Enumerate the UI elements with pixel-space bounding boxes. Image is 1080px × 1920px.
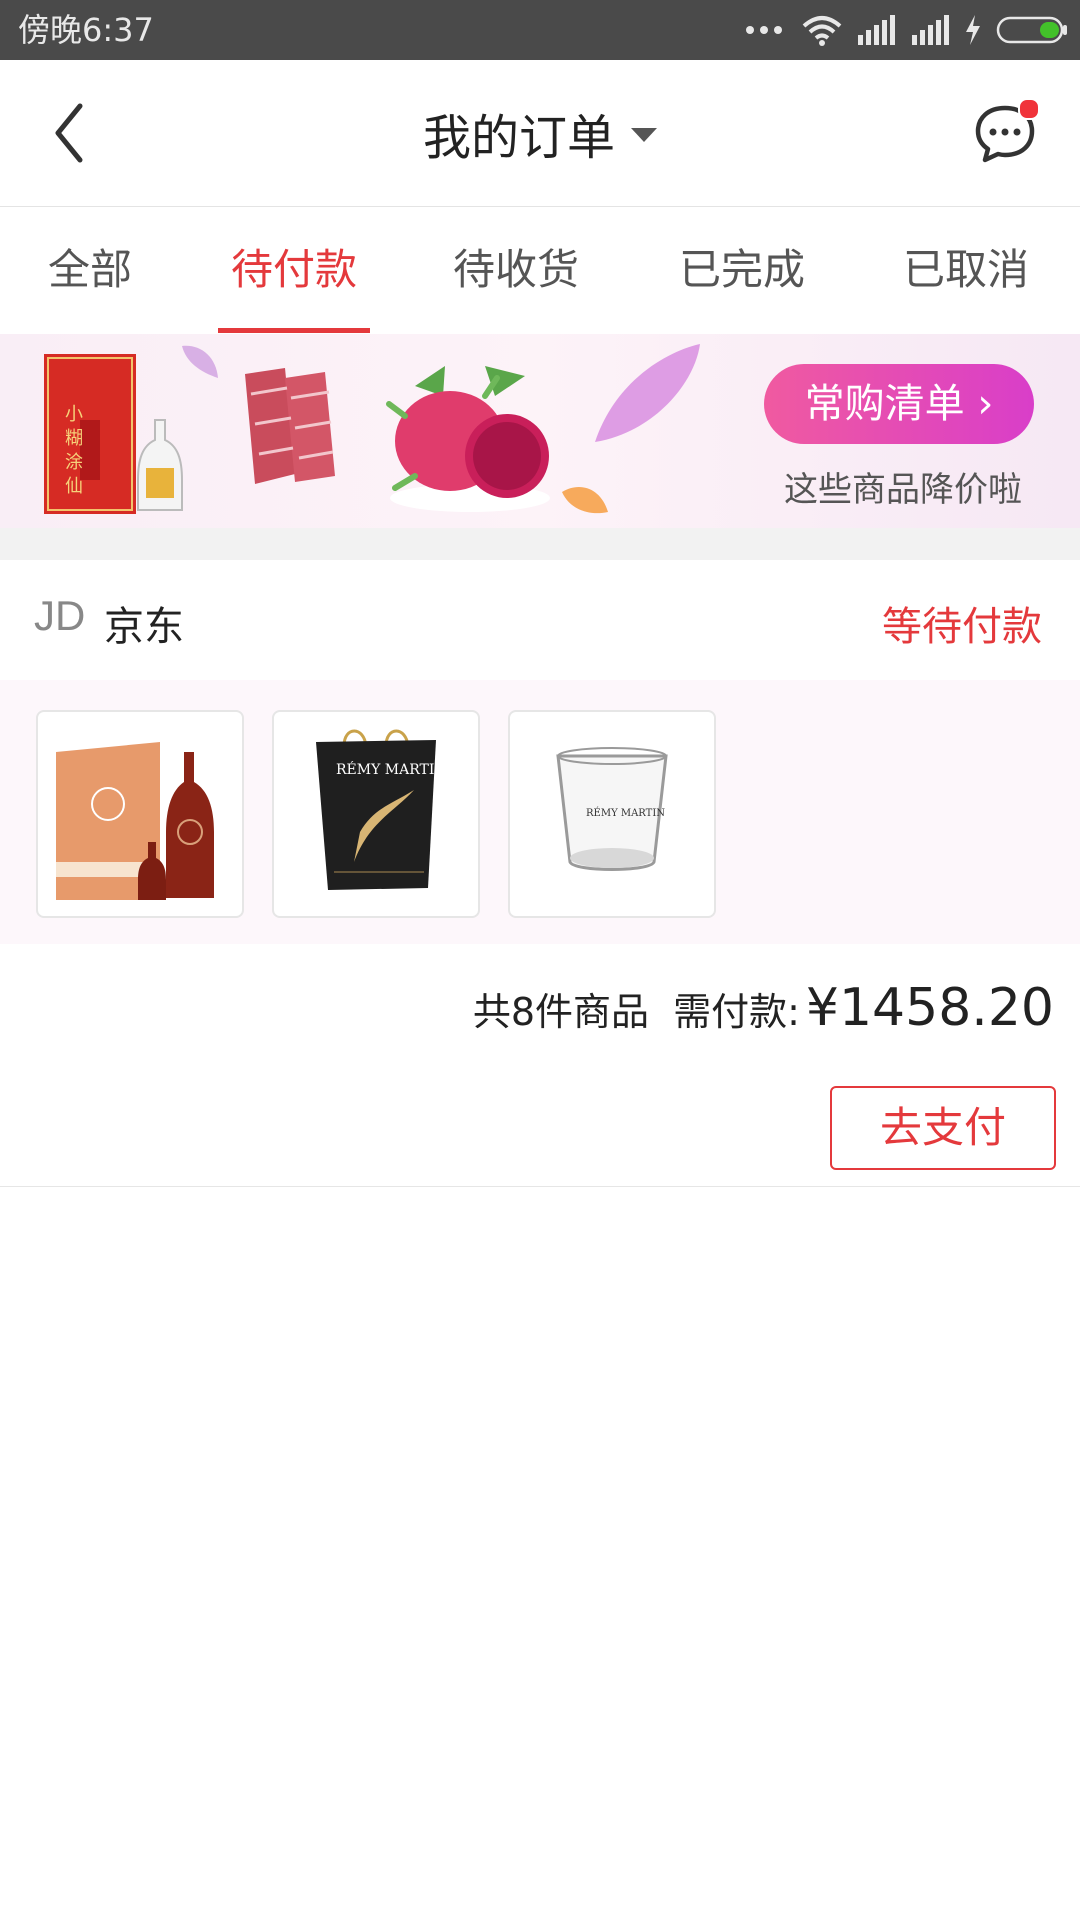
status-bar: 傍晚6:37 xyxy=(0,0,1080,60)
page-title: 我的订单 xyxy=(422,110,615,166)
beef-image xyxy=(245,368,335,484)
tab-all[interactable]: 全部 xyxy=(20,207,160,333)
nav-bar: 我的订单 xyxy=(0,60,1080,207)
order-summary: 共8件商品 需付款: ¥1458.20 xyxy=(0,944,1080,1067)
caret-down-icon xyxy=(631,128,657,142)
wifi-icon xyxy=(802,16,842,46)
frequent-purchase-button[interactable]: 常购清单 › xyxy=(764,364,1034,444)
tab-pending-receipt[interactable]: 待收货 xyxy=(440,207,592,333)
unread-badge xyxy=(1018,98,1040,120)
gift-bag-image: RÉMY MARTIN xyxy=(316,729,447,890)
svg-text:涂: 涂 xyxy=(65,452,83,473)
cognac-gift-box-image xyxy=(56,742,214,900)
order-status: 等待付款 xyxy=(882,604,1042,650)
order-tabs: 全部 待付款 待收货 已完成 已取消 xyxy=(0,207,1080,333)
charging-icon xyxy=(966,15,980,45)
svg-text:RÉMY MARTIN: RÉMY MARTIN xyxy=(336,760,447,778)
svg-text:小: 小 xyxy=(65,404,83,425)
section-divider xyxy=(0,528,1080,560)
item-thumbnail[interactable]: RÉMY MARTIN xyxy=(508,710,716,918)
order-actions: 去支付 xyxy=(0,1066,1080,1187)
item-thumbnail[interactable] xyxy=(36,710,244,918)
petal-decoration-orange xyxy=(562,486,608,514)
jd-logo: JD xyxy=(34,592,86,639)
more-dots-icon xyxy=(746,26,782,34)
status-icons xyxy=(746,10,1068,50)
order-store-header[interactable]: JD 京东 等待付款 xyxy=(0,560,1080,680)
svg-text:仙: 仙 xyxy=(65,476,83,497)
tab-pending-payment[interactable]: 待付款 xyxy=(218,207,370,333)
dragon-fruit-image xyxy=(386,366,550,512)
svg-text:糊: 糊 xyxy=(65,428,83,449)
tab-cancelled[interactable]: 已取消 xyxy=(890,207,1042,333)
summary-line: 共8件商品 需付款: ¥1458.20 xyxy=(473,978,1054,1038)
battery-icon xyxy=(996,16,1067,44)
active-tab-indicator xyxy=(218,328,370,333)
item-thumbnail[interactable]: RÉMY MARTIN xyxy=(272,710,480,918)
title-dropdown[interactable]: 我的订单 xyxy=(0,60,1080,206)
pay-button[interactable]: 去支付 xyxy=(830,1086,1056,1170)
liquor-box-image: 小 糊 涂 仙 xyxy=(44,354,183,514)
tab-completed[interactable]: 已完成 xyxy=(666,207,818,333)
store-name: 京东 xyxy=(104,604,184,650)
signal-icon-2 xyxy=(912,15,949,45)
promo-banner[interactable]: 小 糊 涂 仙 常购清单 › 这些商品降价啦 xyxy=(0,334,1080,528)
item-count: 共8件商品 xyxy=(472,990,650,1034)
order-items[interactable]: RÉMY MARTIN RÉMY MARTIN xyxy=(0,680,1080,944)
glass-image: RÉMY MARTIN xyxy=(556,747,668,871)
payment-label: 需付款: xyxy=(673,990,800,1034)
messages-button[interactable] xyxy=(970,98,1040,168)
banner-subtitle: 这些商品降价啦 xyxy=(784,470,1022,510)
status-time: 傍晚6:37 xyxy=(18,11,154,49)
signal-icon xyxy=(858,15,895,45)
svg-text:RÉMY MARTIN: RÉMY MARTIN xyxy=(586,807,665,819)
payment-amount: ¥1458.20 xyxy=(805,978,1054,1038)
petal-decoration xyxy=(595,344,700,442)
